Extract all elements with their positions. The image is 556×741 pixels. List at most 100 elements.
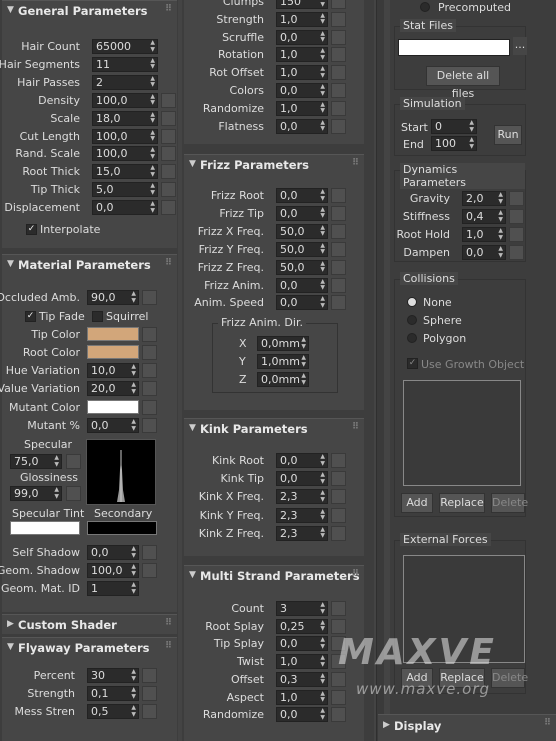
kink-z-freq-map-button[interactable] — [331, 525, 346, 541]
clumps-rot-offset-map-button[interactable] — [331, 65, 346, 81]
clumps-strength-map-button[interactable] — [331, 11, 346, 27]
frizz-dir-y-spinner[interactable]: 1,0mm ▲ ▼ — [257, 354, 309, 369]
root-color-swatch[interactable] — [87, 345, 139, 359]
mess-stren-spinner[interactable]: 0,5 ▲ ▼ — [87, 704, 139, 719]
occluded-spinner[interactable]: 90,0 ▲ ▼ — [87, 290, 139, 305]
frizz-root-spinner[interactable]: 0,0 ▲ ▼ — [276, 188, 328, 203]
kink-parameters-header[interactable]: ▼ Kink Parameters ⠿ — [184, 419, 364, 439]
general-parameters-header[interactable]: ▼ General Parameters ⠿ — [2, 1, 177, 21]
root-hold-map-button[interactable] — [509, 227, 524, 242]
specular-spinner[interactable]: 75,0 ▲ ▼ — [10, 454, 62, 469]
frizz-y-freq-spinner[interactable]: 50,0 ▲ ▼ — [276, 241, 328, 257]
kink-z-freq-spinner[interactable]: 2,3 ▲ ▼ — [276, 525, 328, 541]
kink-y-freq-map-button[interactable] — [331, 507, 346, 523]
multi-tip-splay-spinner[interactable]: 0,0 ▲ ▼ — [276, 636, 328, 652]
clumps-clumps-spinner[interactable]: 150▲▼ — [276, 0, 328, 9]
multi-twist-spinner[interactable]: 1,0 ▲ ▼ — [276, 654, 328, 670]
clumps-rot-offset-spinner[interactable]: 1,0 ▲ ▼ — [276, 65, 328, 81]
glossiness-spinner[interactable]: 99,0 ▲ ▼ — [10, 486, 62, 501]
multi-aspect-spinner[interactable]: 1,0 ▲ ▼ — [276, 689, 328, 705]
kink-root-map-button[interactable] — [331, 453, 346, 468]
secondary-color-swatch[interactable] — [87, 521, 157, 535]
multi-aspect-map-button[interactable] — [331, 689, 346, 705]
rand-scale-map-button[interactable] — [161, 146, 176, 162]
flyaway-parameters-header[interactable]: ▼ Flyaway Parameters ⠿ — [2, 638, 177, 658]
precomputed-radio[interactable] — [420, 2, 430, 12]
root-color-map-button[interactable] — [142, 345, 157, 360]
hair-segments-spinner[interactable]: 11 ▲ ▼ — [92, 56, 158, 72]
mutant-pct-spinner[interactable]: 0,0 ▲ ▼ — [87, 418, 139, 433]
cut-length-spinner[interactable]: 100,0 ▲ ▼ — [92, 128, 158, 144]
clumps-scruffle-spinner[interactable]: 0,0 ▲ ▼ — [276, 29, 328, 45]
frizz-parameters-header[interactable]: ▼ Frizz Parameters ⠿ — [184, 155, 364, 175]
display-header[interactable]: ▶ Display ⠿ — [378, 715, 556, 735]
frizz-dir-z-spinner[interactable]: 0,0mm ▲ ▼ — [257, 372, 309, 387]
percent-map-button[interactable] — [142, 668, 157, 683]
tip-thick-map-button[interactable] — [161, 182, 176, 198]
frizz-tip-spinner[interactable]: 0,0 ▲ ▼ — [276, 205, 328, 221]
kink-x-freq-spinner[interactable]: 2,3 ▲ ▼ — [276, 489, 328, 505]
clumps-colors-map-button[interactable] — [331, 83, 346, 98]
rand-scale-spinner[interactable]: 100,0 ▲ ▼ — [92, 146, 158, 162]
strength-spinner[interactable]: 0,1 ▲ ▼ — [87, 686, 139, 701]
self-shadow-map-button[interactable] — [142, 545, 157, 560]
occluded-map-button[interactable] — [142, 290, 157, 305]
stat-files-path-field[interactable] — [398, 39, 510, 56]
strength-map-button[interactable] — [142, 686, 157, 701]
scale-spinner[interactable]: 18,0 ▲ ▼ — [92, 110, 158, 126]
specular-tint-swatch[interactable] — [10, 521, 80, 535]
clumps-colors-spinner[interactable]: 0,0 ▲ ▼ — [276, 83, 328, 98]
frizz-anim-spinner[interactable]: 0,0 ▲ ▼ — [276, 277, 328, 293]
multi-count-spinner[interactable]: 3 ▲ ▼ — [276, 601, 328, 616]
use-growth-object-checkbox[interactable]: ✓ — [407, 358, 418, 369]
kink-tip-spinner[interactable]: 0,0 ▲ ▼ — [276, 471, 328, 487]
frizz-root-map-button[interactable] — [331, 188, 346, 203]
multi-offset-map-button[interactable] — [331, 671, 346, 687]
root-thick-spinner[interactable]: 15,0 ▲ ▼ — [92, 164, 158, 180]
glossiness-map-button[interactable] — [66, 486, 81, 501]
scrollbar[interactable] — [376, 0, 384, 741]
run-button[interactable]: Run — [494, 125, 522, 145]
tip-color-swatch[interactable] — [87, 327, 139, 341]
multi-randomize-spinner[interactable]: 0,0 ▲ ▼ — [276, 707, 328, 723]
multi-offset-spinner[interactable]: 0,3 ▲ ▼ — [276, 671, 328, 687]
dampen-map-button[interactable] — [509, 245, 524, 260]
end-spinner[interactable]: 100 ▲ ▼ — [431, 136, 477, 151]
material-parameters-header[interactable]: ▼ Material Parameters ⠿ — [2, 255, 177, 275]
start-spinner[interactable]: 0 ▲ ▼ — [431, 119, 477, 134]
mutant-pct-map-button[interactable] — [142, 418, 157, 433]
interpolate-checkbox[interactable]: ✓ — [26, 224, 37, 235]
hue-variation-map-button[interactable] — [142, 363, 157, 378]
self-shadow-spinner[interactable]: 0,0 ▲ ▼ — [87, 545, 139, 560]
collision-replace-button[interactable]: Replace — [439, 493, 485, 513]
mess-stren-map-button[interactable] — [142, 704, 157, 719]
frizz-x-freq-map-button[interactable] — [331, 223, 346, 239]
frizz-dir-x-spinner[interactable]: 0,0mm ▲ ▼ — [257, 336, 309, 351]
collision-polygon-radio[interactable] — [407, 333, 417, 343]
collision-objects-list[interactable] — [403, 380, 521, 486]
stiffness-map-button[interactable] — [509, 209, 524, 224]
multi-strand-parameters-header[interactable]: ▼ Multi Strand Parameters ⠿ — [184, 566, 364, 586]
kink-x-freq-map-button[interactable] — [331, 489, 346, 505]
geom-shadow-spinner[interactable]: 100,0 ▲ ▼ — [87, 563, 139, 578]
displacement-map-button[interactable] — [161, 200, 176, 216]
anim-speed-map-button[interactable] — [331, 295, 346, 311]
scale-map-button[interactable] — [161, 110, 176, 126]
squirrel-checkbox[interactable] — [92, 311, 103, 322]
collision-none-radio[interactable] — [407, 297, 417, 307]
geom-mat-id-spinner[interactable]: 1 ▲ ▼ — [87, 581, 139, 596]
root-hold-spinner[interactable]: 1,0 ▲ ▼ — [462, 227, 506, 242]
multi-count-map-button[interactable] — [331, 601, 346, 616]
root-thick-map-button[interactable] — [161, 164, 176, 180]
clumps-rotation-spinner[interactable]: 1,0 ▲ ▼ — [276, 47, 328, 63]
value-variation-map-button[interactable] — [142, 381, 157, 396]
clumps-randomize-spinner[interactable]: 1,0 ▲ ▼ — [276, 100, 328, 116]
frizz-z-freq-map-button[interactable] — [331, 259, 346, 275]
kink-y-freq-spinner[interactable]: 2,3 ▲ ▼ — [276, 507, 328, 523]
hue-variation-spinner[interactable]: 10,0 ▲ ▼ — [87, 363, 139, 378]
kink-root-spinner[interactable]: 0,0 ▲ ▼ — [276, 453, 328, 468]
frizz-x-freq-spinner[interactable]: 50,0 ▲ ▼ — [276, 223, 328, 239]
collision-delete-button[interactable]: Delete — [491, 493, 528, 513]
cut-length-map-button[interactable] — [161, 128, 176, 144]
collision-sphere-radio[interactable] — [407, 315, 417, 325]
